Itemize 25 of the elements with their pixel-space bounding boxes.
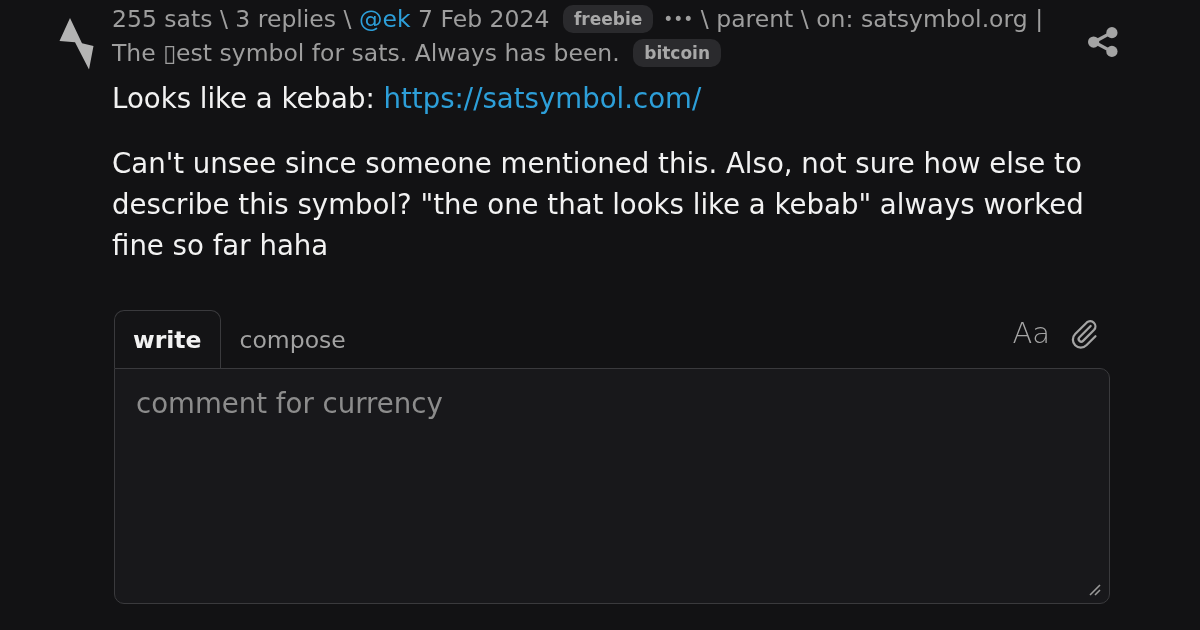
tag-badge[interactable]: freebie [562, 5, 654, 33]
date-text: 7 Feb 2024 [418, 4, 550, 35]
url-link[interactable]: https://satsymbol.com/ [383, 81, 702, 115]
parent-link[interactable]: parent [716, 2, 794, 36]
author-link[interactable]: @ek [359, 2, 411, 36]
lightning-icon [59, 18, 94, 70]
stat-text: 3 replies [235, 4, 337, 35]
stat-text: 255 sats [112, 4, 213, 35]
editor-tab[interactable]: compose [220, 310, 365, 368]
comment-field[interactable]: comment for currency [114, 368, 1110, 604]
format-button[interactable]: Aa [1012, 316, 1050, 350]
more-button[interactable]: ••• [663, 5, 694, 33]
on-label: on: [816, 4, 854, 35]
body-paragraph: Can't unsee since someone mentioned this. Also, not sure how else to describe this symbol? "the one that looks like a kebab" always worked fine so far haha [112, 145, 1085, 264]
separator-text: \ [219, 4, 228, 35]
body-paragraph: Looks like a kebab: https://satsymbol.com/ [112, 80, 703, 117]
share-icon[interactable] [1088, 26, 1118, 58]
editor-tab[interactable]: write [114, 310, 221, 368]
title-link[interactable]: The ▯est symbol for sats. Always has been. [112, 36, 620, 70]
separator-text: \ [700, 4, 709, 35]
separator-text: \ [800, 4, 809, 35]
tag-badge[interactable]: bitcoin [633, 39, 722, 67]
title-link[interactable]: satsymbol.org | [860, 2, 1044, 36]
separator-text: \ [343, 4, 352, 35]
resize-handle-icon[interactable] [1089, 584, 1101, 596]
